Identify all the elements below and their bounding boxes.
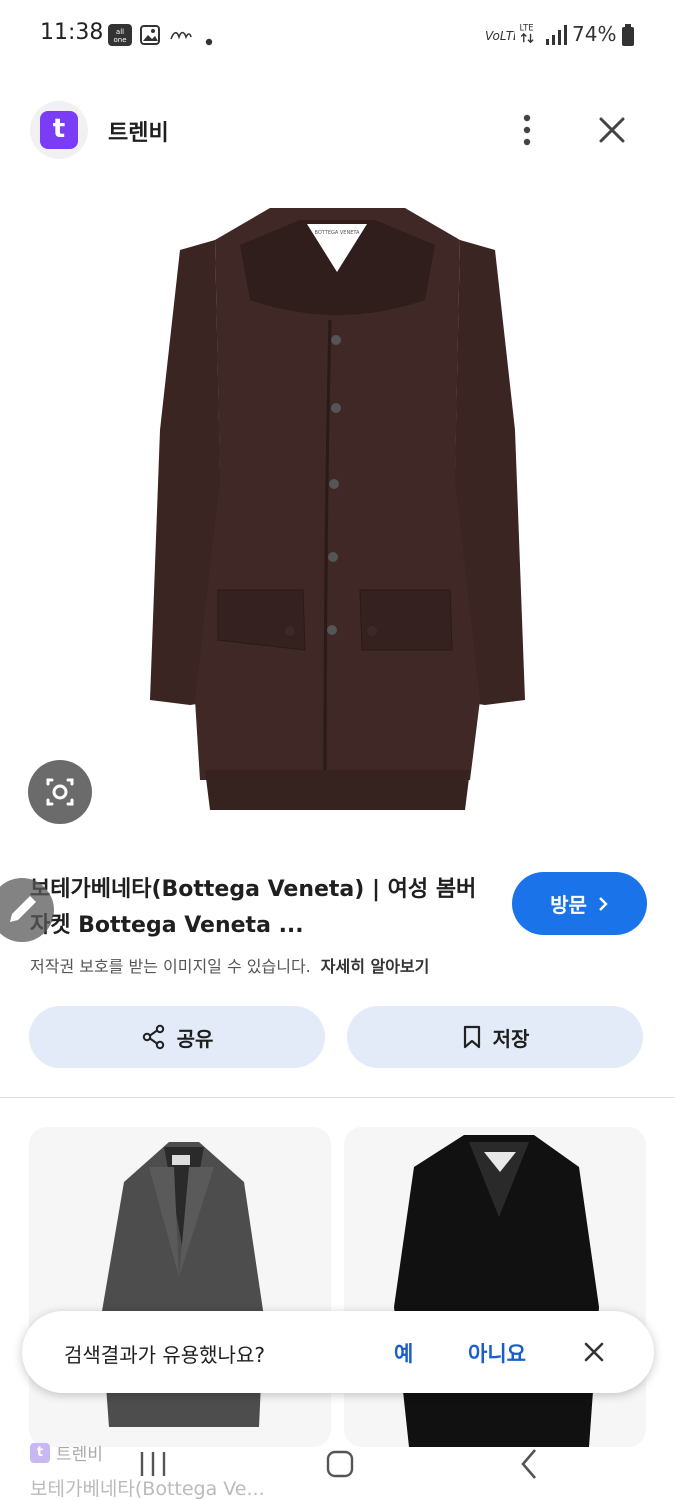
svg-text:BOTTEGA VENETA: BOTTEGA VENETA bbox=[315, 230, 360, 236]
related-image-2[interactable] bbox=[344, 1127, 646, 1447]
copyright-notice: 저작권 보호를 받는 이미지일 수 있습니다. 자세히 알아보기 bbox=[30, 953, 429, 977]
battery-icon bbox=[622, 24, 634, 46]
lte-icon: LTE bbox=[520, 22, 534, 44]
share-icon bbox=[142, 1024, 164, 1050]
bookmark-icon bbox=[463, 1025, 480, 1049]
svg-text:VoLTE: VoLTE bbox=[485, 29, 515, 43]
share-button[interactable]: 공유 bbox=[29, 1006, 325, 1068]
lens-search-button[interactable] bbox=[28, 760, 92, 824]
feedback-snackbar: 검색결과가 유용했나요? 예 아니요 bbox=[22, 1311, 654, 1393]
copyright-text: 저작권 보호를 받는 이미지일 수 있습니다. bbox=[30, 957, 311, 976]
gallery-icon bbox=[140, 25, 160, 45]
signal-icon bbox=[546, 25, 567, 45]
battery-percent: 74% bbox=[572, 22, 617, 46]
save-label: 저장 bbox=[492, 1026, 530, 1051]
app-logo[interactable]: t bbox=[30, 101, 88, 159]
visit-button[interactable]: 방문 bbox=[512, 872, 647, 935]
related-image-graphic bbox=[29, 1127, 331, 1447]
app-logo-letter: t bbox=[40, 111, 78, 149]
svg-text:all: all bbox=[116, 28, 124, 36]
divider bbox=[0, 1097, 675, 1098]
svg-text:one: one bbox=[113, 36, 126, 44]
feedback-question: 검색결과가 유용했나요? bbox=[64, 1343, 265, 1367]
related-image-1[interactable] bbox=[29, 1127, 331, 1447]
pencil-icon bbox=[10, 896, 36, 922]
edit-button[interactable] bbox=[0, 878, 54, 942]
svg-text:LTE: LTE bbox=[520, 22, 534, 32]
feedback-yes-button[interactable]: 예 bbox=[394, 1338, 413, 1368]
volte-icon: VoLTE bbox=[485, 29, 515, 43]
back-icon[interactable] bbox=[505, 1444, 555, 1484]
learn-more-link[interactable]: 자세히 알아보기 bbox=[321, 957, 430, 976]
app-header: t 트렌비 bbox=[0, 95, 675, 165]
dot-icon bbox=[205, 38, 213, 46]
related-image-graphic bbox=[344, 1127, 646, 1447]
save-button[interactable]: 저장 bbox=[347, 1006, 643, 1068]
close-icon[interactable] bbox=[577, 1335, 611, 1369]
visit-label: 방문 bbox=[550, 893, 587, 917]
system-nav-bar bbox=[0, 1428, 675, 1500]
recent-apps-icon[interactable] bbox=[128, 1444, 178, 1484]
status-time: 11:38 bbox=[40, 20, 104, 45]
share-label: 공유 bbox=[176, 1026, 214, 1051]
feedback-no-button[interactable]: 아니요 bbox=[468, 1338, 526, 1368]
home-icon[interactable] bbox=[315, 1444, 365, 1484]
app-notification-icon bbox=[170, 31, 192, 40]
more-options-icon[interactable] bbox=[510, 110, 544, 150]
close-icon[interactable] bbox=[590, 110, 634, 150]
chevron-right-icon bbox=[599, 896, 608, 911]
camera-lens-icon bbox=[46, 778, 74, 806]
allone-icon: all one bbox=[108, 24, 132, 46]
status-bar: 11:38 all one VoLTE LTE 74% bbox=[0, 0, 675, 70]
app-name[interactable]: 트렌비 bbox=[108, 115, 169, 147]
result-title[interactable]: 보테가베네타(Bottega Veneta) | 여성 봄버 자켓 Botteg… bbox=[30, 872, 490, 944]
product-image[interactable]: BOTTEGA VENETA bbox=[0, 180, 675, 830]
